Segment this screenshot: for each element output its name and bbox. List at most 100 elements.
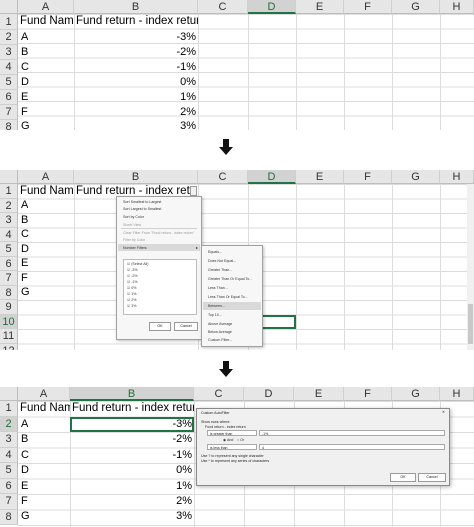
fund-name-cell[interactable]: G — [21, 510, 30, 522]
close-icon[interactable]: ✕ — [442, 410, 445, 414]
fund-return-cell[interactable]: 0% — [76, 76, 196, 88]
fund-name-cell[interactable]: E — [21, 480, 28, 492]
checkbox-value[interactable]: ☑ 1% — [127, 292, 136, 296]
less-than-item[interactable]: Less Than... — [208, 286, 228, 290]
greater-than-or-equal-item[interactable]: Greater Than Or Equal To... — [208, 277, 252, 281]
fund-return-cell[interactable]: 2% — [72, 495, 192, 507]
col-header-f[interactable]: F — [344, 170, 392, 184]
fund-return-cell[interactable]: 1% — [76, 91, 196, 103]
fund-name-cell[interactable]: B — [21, 46, 28, 58]
row-header-7[interactable]: 7 — [0, 105, 18, 120]
row-header-2[interactable]: 2 — [0, 416, 18, 432]
row-header-7[interactable]: 7 — [0, 494, 18, 510]
clear-filter-item[interactable]: Clear Filter From "Fund return - index r… — [123, 231, 194, 235]
row-header-3[interactable]: 3 — [0, 213, 18, 228]
header-fund-name[interactable]: Fund Name — [20, 15, 74, 27]
fund-return-cell[interactable]: 0% — [72, 464, 192, 476]
custom-filter-item[interactable]: Custom Filter... — [208, 338, 232, 342]
row-header-2[interactable]: 2 — [0, 198, 18, 213]
value-2-input[interactable]: 4 — [259, 444, 445, 450]
fund-name-cell[interactable]: E — [21, 257, 28, 269]
fund-name-cell[interactable]: F — [21, 272, 28, 284]
and-radio[interactable]: ◉ And — [223, 438, 233, 442]
col-header-g[interactable]: G — [392, 0, 440, 14]
row-header-1[interactable]: 1 — [0, 401, 18, 417]
fund-name-cell[interactable]: B — [21, 214, 28, 226]
fund-name-cell[interactable]: A — [21, 418, 28, 430]
fund-name-cell[interactable]: D — [21, 76, 29, 88]
fund-return-cell[interactable]: -3% — [72, 418, 192, 430]
row-header-3[interactable]: 3 — [0, 45, 18, 60]
fund-return-cell[interactable]: -2% — [72, 433, 192, 445]
col-header-a[interactable]: A — [18, 387, 70, 401]
filter-ok-button[interactable]: OK — [149, 322, 171, 331]
col-header-c[interactable]: C — [198, 0, 248, 14]
row-header-5[interactable]: 5 — [0, 75, 18, 90]
col-header-h[interactable]: H — [440, 170, 474, 184]
row-header-6[interactable]: 6 — [0, 256, 18, 271]
checkbox-value[interactable]: ☑ -3% — [127, 268, 138, 272]
row-header-5[interactable]: 5 — [0, 463, 18, 479]
fund-return-cell[interactable]: 1% — [72, 480, 192, 492]
header-fund-name[interactable]: Fund Name — [20, 185, 74, 197]
col-header-c[interactable]: C — [194, 387, 244, 401]
col-header-f[interactable]: F — [344, 0, 392, 14]
filter-dropdown-button[interactable] — [190, 186, 197, 196]
row-header-9[interactable]: 9 — [0, 300, 18, 315]
col-header-b[interactable]: B — [70, 387, 194, 401]
fund-name-cell[interactable]: D — [21, 243, 29, 255]
fund-name-cell[interactable]: E — [21, 91, 28, 103]
between-item[interactable]: Between... — [208, 304, 225, 308]
fund-name-cell[interactable]: C — [21, 449, 29, 461]
row-header-7[interactable]: 7 — [0, 271, 18, 286]
filter-cancel-button[interactable]: Cancel — [174, 322, 198, 331]
col-header-f[interactable]: F — [344, 387, 392, 401]
checkbox-value[interactable]: ☑ 2% — [127, 298, 136, 302]
sort-descending-item[interactable]: Sort Largest to Smallest — [123, 207, 161, 211]
fund-return-cell[interactable]: 3% — [76, 120, 196, 130]
checkbox-value[interactable]: ☑ 0% — [127, 286, 136, 290]
fund-name-cell[interactable]: F — [21, 106, 28, 118]
col-header-b[interactable]: B — [74, 170, 198, 184]
operator-1-select[interactable]: is greater than — [207, 430, 257, 436]
row-header-6[interactable]: 6 — [0, 478, 18, 494]
select-all-corner[interactable] — [0, 387, 18, 401]
row-header-1[interactable]: 1 — [0, 14, 18, 30]
col-header-b[interactable]: B — [74, 0, 198, 14]
row-header-11[interactable]: 11 — [0, 329, 18, 344]
below-average-item[interactable]: Below Average — [208, 330, 232, 334]
value-checklist[interactable]: ☑ (Select All) ☑ -3% ☑ -2% ☑ -1% ☑ 0% ☑ … — [123, 259, 197, 315]
row-header-8[interactable]: 8 — [0, 509, 18, 525]
fund-return-cell[interactable]: 3% — [72, 510, 192, 522]
sort-ascending-item[interactable]: Sort Smallest to Largest — [123, 200, 161, 204]
fund-return-cell[interactable]: -1% — [72, 449, 192, 461]
operator-2-select[interactable]: is less than — [207, 444, 257, 450]
does-not-equal-item[interactable]: Does Not Equal... — [208, 259, 236, 263]
col-header-d[interactable]: D — [244, 387, 294, 401]
row-header-12[interactable]: 12 — [0, 343, 18, 350]
col-header-a[interactable]: A — [18, 0, 74, 14]
value-1-input[interactable]: -1% — [259, 430, 445, 436]
checkbox-value[interactable]: ☑ -2% — [127, 274, 138, 278]
col-header-d[interactable]: D — [248, 170, 296, 184]
fund-return-cell[interactable]: -1% — [76, 61, 196, 73]
row-header-3[interactable]: 3 — [0, 432, 18, 448]
vertical-scrollbar[interactable] — [467, 184, 474, 350]
row-header-8[interactable]: 8 — [0, 120, 18, 130]
greater-than-item[interactable]: Greater Than... — [208, 268, 232, 272]
fund-name-cell[interactable]: G — [21, 286, 30, 298]
fund-name-cell[interactable]: C — [21, 61, 29, 73]
row-header-1[interactable]: 1 — [0, 184, 18, 199]
col-header-d[interactable]: D — [248, 0, 296, 14]
col-header-e[interactable]: E — [294, 387, 344, 401]
header-fund-return[interactable]: Fund return - index return — [72, 402, 194, 414]
row-header-10[interactable]: 10 — [0, 314, 18, 329]
fund-name-cell[interactable]: D — [21, 464, 29, 476]
number-filters-item[interactable]: Number Filters — [123, 246, 147, 250]
row-header-2[interactable]: 2 — [0, 30, 18, 45]
checkbox-value[interactable]: ☑ 3% — [127, 304, 136, 308]
less-than-or-equal-item[interactable]: Less Than Or Equal To... — [208, 295, 248, 299]
dialog-cancel-button[interactable]: Cancel — [418, 473, 446, 482]
header-fund-return[interactable]: Fund return - index return — [76, 15, 198, 27]
row-header-6[interactable]: 6 — [0, 90, 18, 105]
